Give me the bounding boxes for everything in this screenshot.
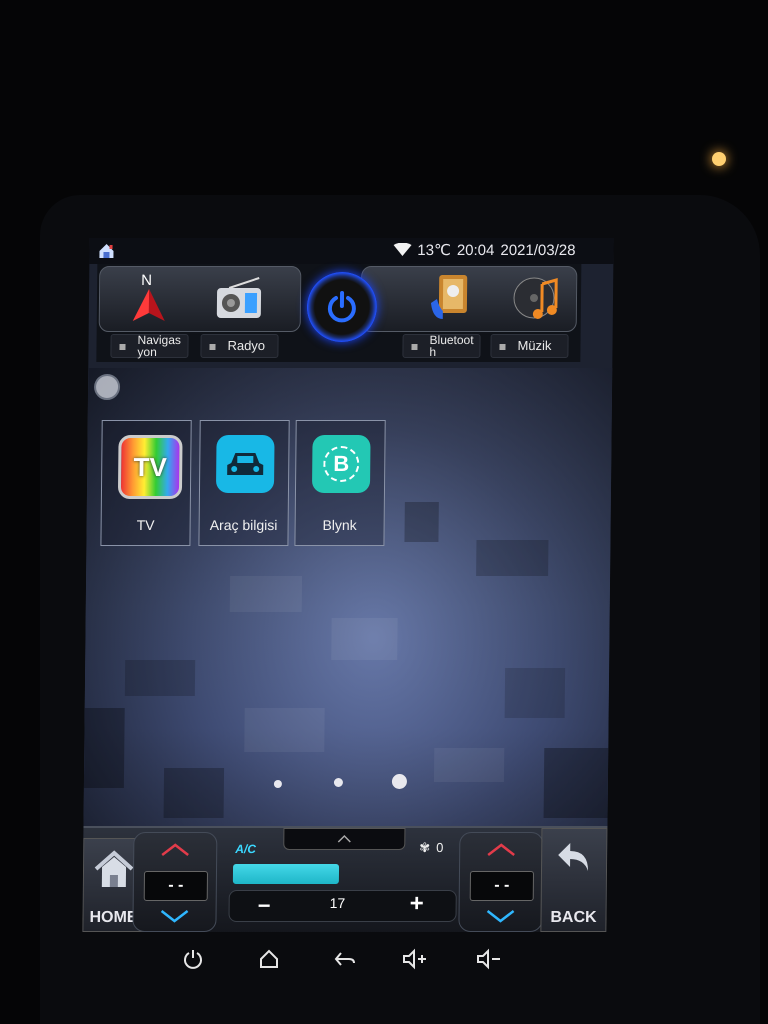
right-temp-down-icon[interactable] [485, 909, 515, 923]
status-indicators: 13℃ 20:04 2021/03/28 [393, 241, 576, 259]
fan-indicator: ✾ 0 [419, 840, 443, 856]
dock-label-bluetooth[interactable]: Bluetoot h [402, 333, 481, 359]
navigation-label-line2: yon [137, 345, 157, 359]
hardware-volume-up-button[interactable] [400, 944, 430, 974]
date: 2021/03/28 [500, 241, 576, 259]
status-bar: 13℃ 20:04 2021/03/28 [89, 238, 614, 264]
app-label-vehicle-info: Araç bilgisi [209, 517, 278, 533]
left-temp-down-icon[interactable] [159, 909, 189, 923]
chevron-up-icon [337, 834, 351, 843]
right-temperature-display: - - [469, 871, 535, 901]
hardware-volume-down-button[interactable] [474, 944, 504, 974]
home-launcher-icon[interactable] [97, 242, 115, 260]
page-dot-1[interactable] [273, 780, 282, 788]
tv-icon-text: TV [133, 451, 168, 482]
ac-button[interactable]: A/C [235, 842, 256, 856]
background-light [712, 152, 726, 166]
clock: 20:04 [456, 241, 495, 259]
dock-label-navigation[interactable]: Navigas yon [110, 333, 189, 359]
power-icon [327, 291, 356, 323]
compass-letter: N [141, 272, 152, 289]
music-shortcut[interactable] [505, 270, 570, 326]
shortcut-dock: N Navigas yon Radyo Bluetoot h Müzik [96, 264, 582, 362]
bluetooth-label-line2: h [429, 345, 437, 359]
app-label-blynk: Blynk [322, 517, 357, 533]
power-icon [184, 950, 202, 969]
hardware-back-button[interactable] [330, 944, 360, 974]
climate-handle[interactable] [283, 828, 406, 850]
compass-icon: N [132, 272, 165, 321]
app-tile-vehicle-info[interactable]: Araç bilgisi [198, 420, 290, 546]
dock-label-music[interactable]: Müzik [490, 334, 569, 358]
back-label: BACK [550, 909, 597, 926]
music-icon [513, 277, 558, 319]
radio-shortcut[interactable] [207, 270, 272, 326]
increase-button[interactable]: + [410, 890, 424, 918]
page-dot-3-active[interactable] [391, 774, 408, 789]
volume-up-icon [403, 948, 426, 970]
wifi-icon [393, 243, 412, 256]
bluetooth-phone-icon [430, 275, 468, 319]
left-temperature-display: - - [143, 871, 209, 901]
music-label: Müzik [517, 338, 552, 353]
hardware-power-button[interactable] [178, 944, 208, 974]
tv-icon: TV [117, 435, 183, 499]
radio-label: Radyo [227, 338, 266, 353]
back-button[interactable]: BACK [540, 828, 608, 932]
fan-icon: ✾ [419, 840, 431, 855]
fan-speed-bar[interactable] [232, 864, 340, 884]
home-icon [260, 949, 278, 968]
back-icon [334, 952, 355, 966]
back-arrow-icon [558, 843, 589, 871]
app-label-tv: TV [136, 517, 155, 533]
blynk-icon-text: B [323, 446, 360, 482]
dock-label-radio[interactable]: Radyo [200, 334, 279, 358]
climate-control-bar: HOME - - A/C ✾ 0 − 17 + - - BACK [82, 826, 608, 932]
app-tile-tv[interactable]: TV TV [100, 420, 192, 546]
car-icon [215, 435, 275, 493]
speed-value: 17 [329, 895, 346, 911]
blynk-icon: B [311, 435, 371, 493]
volume-down-icon [477, 948, 500, 970]
left-temp-up-icon[interactable] [160, 843, 190, 857]
fan-level: 0 [436, 840, 444, 855]
app-tile-blynk[interactable]: B Blynk [294, 420, 386, 546]
house-icon [94, 850, 134, 887]
fan-speed-stepper: − 17 + [228, 890, 457, 922]
right-temperature-control: - - [458, 832, 544, 932]
temperature-readout: 13℃ [417, 242, 451, 259]
page-dot-2[interactable] [333, 778, 343, 787]
assistive-touch-button[interactable] [93, 374, 121, 400]
left-temperature-control: - - [132, 832, 218, 932]
bluetooth-shortcut[interactable] [417, 270, 482, 326]
navigation-shortcut[interactable]: N [117, 270, 182, 326]
right-temp-up-icon[interactable] [486, 843, 516, 857]
head-unit-screen: 13℃ 20:04 2021/03/28 N Navigas yon Radyo… [82, 238, 614, 932]
hardware-home-button[interactable] [254, 944, 284, 974]
decrease-button[interactable]: − [258, 893, 271, 919]
radio-icon [216, 277, 262, 318]
